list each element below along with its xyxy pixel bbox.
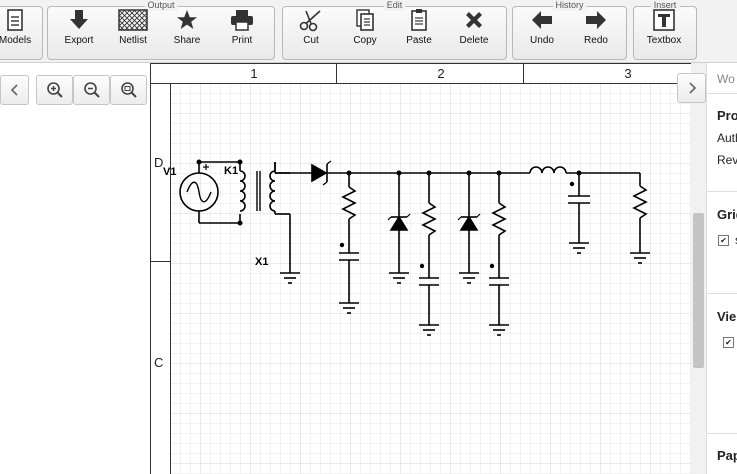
row-label-d: D	[154, 155, 163, 170]
zoom-out-icon	[83, 82, 100, 98]
panel-title: Wo	[717, 72, 735, 86]
chevron-right-icon	[688, 82, 696, 94]
delete-label: Delete	[459, 35, 489, 46]
grid-heading: Grid	[717, 207, 737, 222]
undo-button[interactable]: Undo	[518, 6, 566, 50]
scissors-icon	[299, 10, 321, 32]
column-label-2: 2	[437, 66, 444, 81]
zoom-out-button[interactable]	[73, 75, 110, 105]
models-label: Models	[0, 35, 32, 46]
document-icon	[7, 9, 23, 31]
redo-button[interactable]: Redo	[572, 6, 620, 50]
grid-area[interactable]	[171, 84, 691, 474]
collapse-right-button[interactable]	[677, 73, 706, 103]
paste-icon	[411, 9, 427, 31]
redo-label: Redo	[584, 35, 608, 46]
label-k1[interactable]: K1	[224, 165, 238, 177]
revision-label: Rev	[717, 153, 737, 167]
column-label-1: 1	[250, 66, 257, 81]
cut-button[interactable]: Cut	[287, 6, 335, 50]
chevron-left-icon	[10, 84, 18, 96]
row-label-c: C	[154, 355, 163, 370]
export-label: Export	[64, 35, 94, 46]
netlist-button[interactable]: Netlist	[109, 6, 157, 50]
copy-button[interactable]: Copy	[341, 6, 389, 50]
textbox-label: Textbox	[646, 35, 682, 46]
grid-checkbox[interactable]: ✔	[718, 235, 729, 246]
zoom-fit-button[interactable]	[110, 75, 147, 105]
schematic-sheet[interactable]: 1 2 3 D C V1 K1 X1	[150, 63, 691, 474]
print-label: Print	[231, 35, 253, 46]
star-icon	[177, 10, 197, 29]
printer-icon	[231, 10, 253, 31]
zoom-in-button[interactable]	[36, 75, 73, 105]
toolbar: Models Output Export Netlist Share Print…	[0, 0, 737, 63]
download-arrow-icon	[70, 10, 88, 29]
view-heading: Vie	[717, 309, 737, 324]
netlist-icon	[118, 9, 148, 31]
cut-label: Cut	[303, 35, 319, 46]
label-x1[interactable]: X1	[255, 256, 268, 268]
paste-label: Paste	[406, 35, 432, 46]
properties-panel: Wo Pro Auth Rev Grid ✔ s Vie ✔ Pap	[706, 63, 737, 474]
scrollbar-thumb[interactable]	[693, 213, 704, 368]
zoom-in-icon	[46, 82, 63, 98]
paste-button[interactable]: Paste	[395, 6, 443, 50]
left-panel	[0, 63, 151, 474]
export-button[interactable]: Export	[55, 6, 103, 50]
textbox-icon	[653, 9, 675, 31]
canvas-scrollbar[interactable]	[691, 63, 706, 474]
share-label: Share	[173, 35, 201, 46]
delete-x-icon	[466, 12, 482, 28]
undo-label: Undo	[530, 35, 554, 46]
collapse-left-button[interactable]	[0, 75, 29, 105]
copy-icon	[356, 9, 374, 31]
models-button[interactable]: Models	[0, 6, 38, 50]
delete-button[interactable]: Delete	[450, 6, 498, 50]
zoom-fit-icon	[120, 82, 137, 98]
right-arrow-icon	[586, 11, 606, 29]
properties-heading: Pro	[717, 108, 737, 123]
author-label: Auth	[717, 131, 737, 145]
paper-heading: Pap	[717, 448, 737, 463]
label-v1[interactable]: V1	[163, 166, 176, 178]
netlist-label: Netlist	[119, 35, 147, 46]
copy-label: Copy	[353, 35, 377, 46]
left-arrow-icon	[532, 11, 552, 29]
textbox-button[interactable]: Textbox	[640, 6, 688, 50]
schematic-canvas[interactable]: 1 2 3 D C V1 K1 X1	[150, 63, 691, 474]
print-button[interactable]: Print	[218, 6, 266, 50]
view-checkbox[interactable]: ✔	[723, 337, 734, 348]
column-label-3: 3	[624, 66, 631, 81]
share-button[interactable]: Share	[163, 6, 211, 50]
